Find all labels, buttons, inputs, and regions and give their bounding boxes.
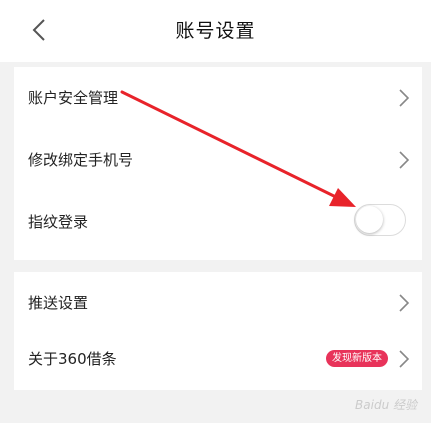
header-bar: 账号设置 xyxy=(0,0,431,62)
settings-group-account: 账户安全管理 修改绑定手机号 指纹登录 xyxy=(14,67,422,260)
row-push-settings[interactable]: 推送设置 xyxy=(14,272,422,334)
fingerprint-login-toggle[interactable] xyxy=(354,204,406,236)
row-label-change-phone: 修改绑定手机号 xyxy=(28,151,134,169)
page-title: 账号设置 xyxy=(175,20,256,42)
chevron-right-icon xyxy=(399,151,410,169)
row-label-fingerprint-login: 指纹登录 xyxy=(28,213,89,231)
row-label-about: 关于360借条 xyxy=(28,350,117,368)
new-version-badge: 发现新版本 xyxy=(326,350,388,367)
row-label-account-security: 账户安全管理 xyxy=(28,89,119,107)
baidu-watermark: Baidu 经验 xyxy=(355,398,417,412)
row-account-security[interactable]: 账户安全管理 xyxy=(14,67,422,129)
chevron-right-icon xyxy=(399,294,410,312)
row-fingerprint-login: 指纹登录 xyxy=(14,191,422,253)
settings-group-general: 推送设置 关于360借条 发现新版本 xyxy=(14,272,422,390)
toggle-knob xyxy=(356,206,383,233)
row-change-phone[interactable]: 修改绑定手机号 xyxy=(14,129,422,191)
chevron-right-icon xyxy=(399,350,410,368)
chevron-right-icon xyxy=(399,89,410,107)
row-about[interactable]: 关于360借条 发现新版本 xyxy=(14,328,422,390)
row-label-push-settings: 推送设置 xyxy=(28,294,89,312)
